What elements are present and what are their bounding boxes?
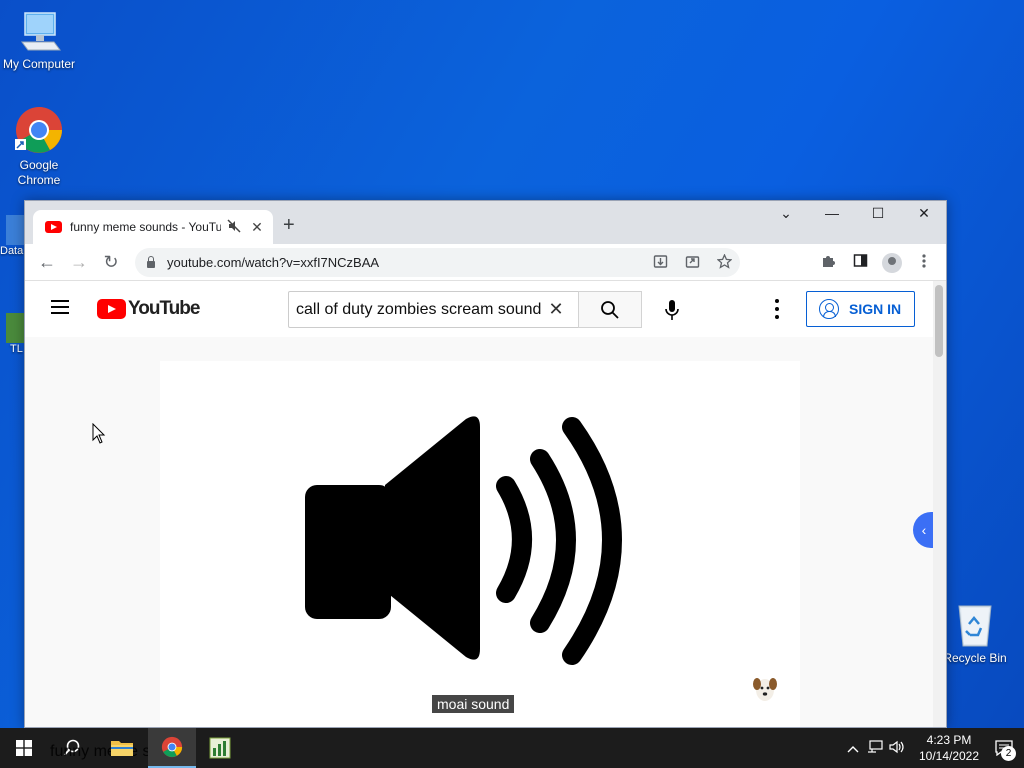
youtube-logo[interactable]: YouTube — [97, 298, 200, 320]
chart-app-icon — [209, 737, 231, 759]
profile-avatar-icon[interactable] — [876, 252, 908, 273]
chevron-up-icon[interactable] — [842, 741, 864, 756]
chrome-icon — [161, 736, 183, 758]
clock-date: 10/14/2022 — [918, 749, 980, 763]
desktop-icon-label: Recycle Bin — [943, 651, 1007, 665]
sign-in-label: SIGN IN — [849, 301, 902, 317]
tab-strip: funny meme sounds - YouTube ✕ + ⌄ — ☐ ✕ — [25, 201, 946, 244]
network-icon[interactable] — [864, 739, 886, 757]
taskbar-spreadsheet-app[interactable] — [196, 728, 244, 768]
desktop-icon-label: Data — [0, 245, 24, 257]
tab-close-button[interactable]: ✕ — [249, 219, 265, 236]
youtube-page: YouTube ✕ SIGN IN — [25, 281, 935, 727]
lock-icon — [147, 256, 155, 268]
search-box: ✕ — [288, 291, 579, 328]
muted-speaker-icon[interactable] — [227, 218, 243, 236]
search-input[interactable] — [296, 300, 542, 319]
taskbar-search-button[interactable] — [48, 728, 96, 768]
search-icon — [63, 739, 80, 756]
new-tab-button[interactable]: + — [283, 214, 295, 237]
page-scrollbar[interactable] — [933, 281, 946, 727]
back-button[interactable]: ← — [31, 252, 63, 273]
browser-toolbar: ← → ↻ youtube.com/watch?v=xxfI7NCzBAA — [25, 244, 946, 281]
maximize-button[interactable]: ☐ — [863, 205, 893, 222]
youtube-favicon-icon — [45, 221, 62, 233]
search-button[interactable] — [578, 291, 642, 328]
clock-time: 4:23 PM — [926, 733, 972, 747]
settings-kebab-icon[interactable] — [769, 299, 785, 319]
account-circle-icon — [819, 299, 839, 319]
taskbar: funny meme sounds 4:23 PM 10/14/2022 2 — [0, 728, 1024, 768]
speaker-sound-icon — [305, 416, 622, 665]
scrollbar-thumb[interactable] — [935, 285, 943, 357]
menu-hamburger-icon[interactable] — [51, 300, 69, 314]
desktop-icon-my-computer[interactable]: My Computer — [1, 10, 77, 72]
extensions-puzzle-icon[interactable] — [812, 253, 844, 272]
taskbar-clock[interactable]: 4:23 PM 10/14/2022 — [914, 732, 984, 764]
voice-search-button[interactable] — [653, 291, 690, 328]
volume-icon[interactable] — [886, 740, 908, 757]
desktop-icon-data-partial[interactable]: Data — [0, 215, 26, 257]
clear-search-button[interactable]: ✕ — [542, 299, 570, 320]
desktop-icon-label: My Computer — [2, 57, 76, 71]
video-player[interactable]: moai sound — [160, 361, 800, 727]
tab-title: funny meme sounds - YouTube — [70, 220, 221, 234]
chrome-menu-icon[interactable] — [908, 253, 940, 272]
reload-button[interactable]: ↻ — [95, 252, 127, 273]
system-tray: 4:23 PM 10/14/2022 2 — [842, 728, 1024, 768]
tab-search-button[interactable]: ⌄ — [771, 205, 801, 222]
close-window-button[interactable]: ✕ — [909, 205, 939, 222]
tab-youtube[interactable]: funny meme sounds - YouTube ✕ — [33, 210, 273, 244]
desktop-icon-label: TL — [10, 343, 23, 355]
side-panel-icon[interactable] — [844, 253, 876, 272]
chrome-icon — [15, 107, 62, 153]
bookmark-star-icon[interactable] — [708, 252, 740, 272]
forward-button[interactable]: → — [63, 252, 95, 273]
recycle-bin-icon — [958, 605, 992, 647]
microphone-icon — [664, 299, 679, 320]
start-button[interactable] — [0, 728, 48, 768]
sign-in-button[interactable]: SIGN IN — [806, 291, 915, 327]
install-app-icon[interactable] — [644, 254, 676, 272]
desktop-icon-label: Google Chrome — [17, 158, 61, 187]
desktop-icon-recycle-bin[interactable]: Recycle Bin — [937, 602, 1013, 666]
share-icon[interactable] — [676, 254, 708, 272]
dog-emoji-icon — [753, 678, 777, 701]
video-caption: moai sound — [432, 695, 515, 713]
folder-icon — [111, 741, 133, 756]
computer-icon — [21, 12, 61, 51]
chrome-window: funny meme sounds - YouTube ✕ + ⌄ — ☐ ✕ … — [24, 200, 947, 728]
desktop-icon-tl-partial[interactable]: TL — [0, 313, 26, 355]
url-text: youtube.com/watch?v=xxfI7NCzBAA — [167, 255, 380, 270]
search-icon — [601, 300, 619, 319]
taskbar-file-explorer[interactable] — [98, 728, 146, 768]
notification-center-button[interactable]: 2 — [984, 728, 1024, 768]
minimize-button[interactable]: — — [817, 205, 847, 221]
youtube-play-icon — [97, 299, 126, 319]
notification-count-badge: 2 — [1001, 746, 1016, 761]
youtube-logo-text: YouTube — [128, 298, 200, 319]
taskbar-chrome[interactable] — [148, 728, 196, 768]
youtube-header: YouTube ✕ SIGN IN — [25, 281, 935, 337]
collapse-panel-button[interactable]: ‹ — [913, 512, 935, 548]
desktop-icon-google-chrome[interactable]: Google Chrome — [1, 105, 77, 188]
windows-logo-icon — [16, 740, 32, 756]
address-bar[interactable]: youtube.com/watch?v=xxfI7NCzBAA — [135, 248, 740, 277]
mouse-cursor-icon — [92, 423, 106, 444]
